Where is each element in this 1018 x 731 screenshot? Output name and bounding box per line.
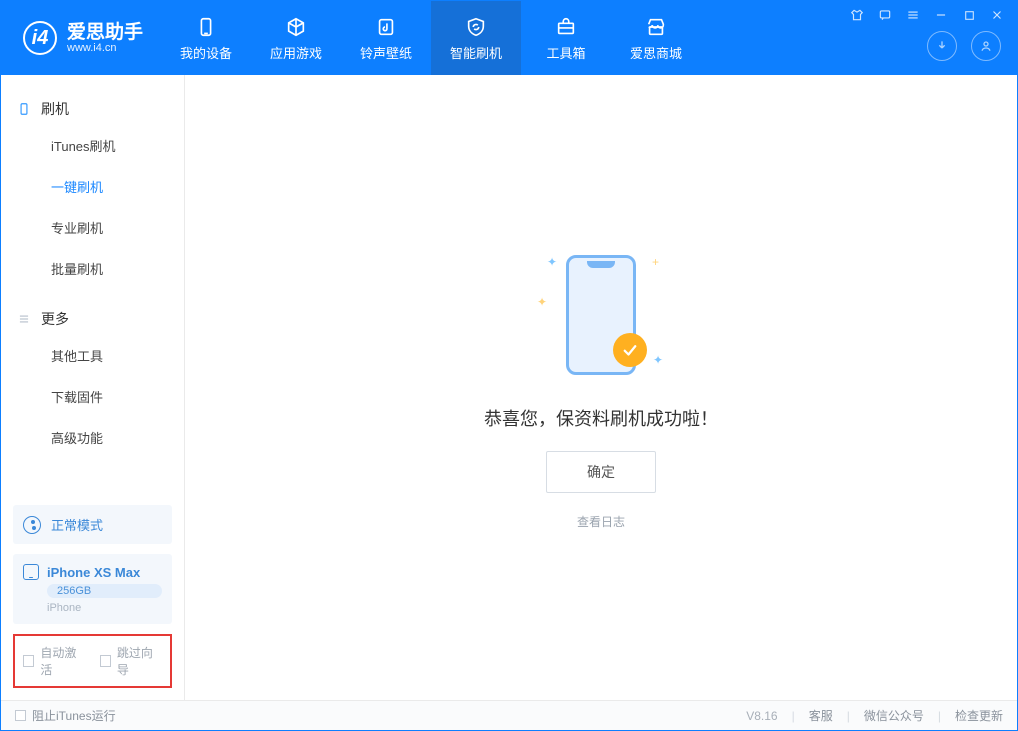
checkbox-icon <box>100 655 111 667</box>
nav-tabs: 我的设备 应用游戏 铃声壁纸 智能刷机 <box>161 1 701 75</box>
checkbox-block-itunes[interactable]: 阻止iTunes运行 <box>15 707 116 724</box>
app-window: i4 爱思助手 www.i4.cn 我的设备 应用游戏 <box>0 0 1018 731</box>
success-illustration: ✦ ✦ + ✦ <box>541 245 661 385</box>
mode-card[interactable]: 正常模式 <box>13 505 172 544</box>
maximize-button[interactable] <box>961 7 977 23</box>
tab-apps-games[interactable]: 应用游戏 <box>251 1 341 75</box>
feedback-icon[interactable] <box>877 7 893 23</box>
separator: | <box>938 709 941 723</box>
checkbox-highlight-row: 自动激活 跳过向导 <box>13 634 172 688</box>
store-icon <box>644 15 668 39</box>
footer-link-support[interactable]: 客服 <box>809 707 833 724</box>
device-type: iPhone <box>47 602 162 614</box>
confirm-button[interactable]: 确定 <box>546 451 656 493</box>
tab-smart-flash[interactable]: 智能刷机 <box>431 1 521 75</box>
checkbox-skip-guide[interactable]: 跳过向导 <box>100 644 163 678</box>
tab-label: 我的设备 <box>180 43 232 62</box>
tab-label: 应用游戏 <box>270 43 322 62</box>
tab-label: 爱思商城 <box>630 43 682 62</box>
device-icon <box>17 102 31 116</box>
cube-icon <box>284 15 308 39</box>
shirt-icon[interactable] <box>849 7 865 23</box>
checkbox-icon <box>15 710 26 721</box>
sidebar-item-batch-flash[interactable]: 批量刷机 <box>1 248 184 289</box>
sidebar-group-title: 更多 <box>41 309 69 329</box>
body: 刷机 iTunes刷机 一键刷机 专业刷机 批量刷机 更多 其他工具 下载固件 … <box>1 75 1017 700</box>
view-log-link[interactable]: 查看日志 <box>577 513 625 530</box>
phone-outline-icon <box>23 564 39 580</box>
phone-icon <box>194 15 218 39</box>
success-panel: ✦ ✦ + ✦ 恭喜您，保资料刷机成功啦！ 确定 查看日志 <box>484 245 718 530</box>
sidebar: 刷机 iTunes刷机 一键刷机 专业刷机 批量刷机 更多 其他工具 下载固件 … <box>1 75 185 700</box>
main-content: ✦ ✦ + ✦ 恭喜您，保资料刷机成功啦！ 确定 查看日志 <box>185 75 1017 700</box>
tab-ringtone-wallpaper[interactable]: 铃声壁纸 <box>341 1 431 75</box>
sidebar-item-other-tools[interactable]: 其他工具 <box>1 335 184 376</box>
mode-label: 正常模式 <box>51 515 103 534</box>
close-button[interactable] <box>989 7 1005 23</box>
app-name-en: www.i4.cn <box>67 42 143 54</box>
checkbox-auto-activate[interactable]: 自动激活 <box>23 644 86 678</box>
footer-link-wechat[interactable]: 微信公众号 <box>864 707 924 724</box>
menu-icon[interactable] <box>905 7 921 23</box>
sidebar-item-advanced[interactable]: 高级功能 <box>1 417 184 458</box>
footer-right: V8.16 | 客服 | 微信公众号 | 检查更新 <box>746 707 1003 724</box>
tab-label: 铃声壁纸 <box>360 43 412 62</box>
header-right <box>849 1 1017 75</box>
success-title: 恭喜您，保资料刷机成功啦！ <box>484 405 718 431</box>
user-button[interactable] <box>971 31 1001 61</box>
music-note-icon <box>374 15 398 39</box>
download-button[interactable] <box>927 31 957 61</box>
shield-refresh-icon <box>464 15 488 39</box>
sidebar-item-pro-flash[interactable]: 专业刷机 <box>1 207 184 248</box>
sparkle-icon: + <box>652 255 659 269</box>
sidebar-item-itunes-flash[interactable]: iTunes刷机 <box>1 125 184 166</box>
logo-text: 爱思助手 www.i4.cn <box>67 23 143 54</box>
list-icon <box>17 312 31 326</box>
device-name: iPhone XS Max <box>47 565 140 580</box>
logo: i4 爱思助手 www.i4.cn <box>1 1 161 75</box>
version-label: V8.16 <box>746 709 777 723</box>
sparkle-icon: ✦ <box>653 353 663 367</box>
separator: | <box>792 709 795 723</box>
check-badge-icon <box>613 333 647 367</box>
sidebar-group-title: 刷机 <box>41 99 69 119</box>
tab-label: 工具箱 <box>547 43 586 62</box>
separator: | <box>847 709 850 723</box>
checkbox-label: 自动激活 <box>40 644 85 678</box>
checkbox-label: 阻止iTunes运行 <box>32 707 116 724</box>
sidebar-item-download-firmware[interactable]: 下载固件 <box>1 376 184 417</box>
sidebar-scroll: 刷机 iTunes刷机 一键刷机 专业刷机 批量刷机 更多 其他工具 下载固件 … <box>1 75 184 495</box>
toolbox-icon <box>554 15 578 39</box>
sidebar-group-more: 更多 <box>1 303 184 335</box>
sidebar-bottom: 正常模式 iPhone XS Max 256GB iPhone 自动激活 <box>1 495 184 700</box>
mode-icon <box>23 516 41 534</box>
sparkle-icon: ✦ <box>547 255 557 269</box>
tab-my-device[interactable]: 我的设备 <box>161 1 251 75</box>
minimize-button[interactable] <box>933 7 949 23</box>
logo-icon: i4 <box>23 21 57 55</box>
footer: 阻止iTunes运行 V8.16 | 客服 | 微信公众号 | 检查更新 <box>1 700 1017 730</box>
tab-toolbox[interactable]: 工具箱 <box>521 1 611 75</box>
sidebar-group-flash: 刷机 <box>1 93 184 125</box>
checkbox-icon <box>23 655 34 667</box>
sparkle-icon: ✦ <box>537 295 547 309</box>
checkbox-label: 跳过向导 <box>117 644 162 678</box>
tab-label: 智能刷机 <box>450 43 502 62</box>
sidebar-item-oneclick-flash[interactable]: 一键刷机 <box>1 166 184 207</box>
header: i4 爱思助手 www.i4.cn 我的设备 应用游戏 <box>1 1 1017 75</box>
app-name-cn: 爱思助手 <box>67 23 143 42</box>
device-capacity: 256GB <box>47 584 162 598</box>
header-circle-buttons <box>927 31 1005 61</box>
footer-link-update[interactable]: 检查更新 <box>955 707 1003 724</box>
window-controls <box>849 7 1005 23</box>
device-card[interactable]: iPhone XS Max 256GB iPhone <box>13 554 172 624</box>
tab-store[interactable]: 爱思商城 <box>611 1 701 75</box>
